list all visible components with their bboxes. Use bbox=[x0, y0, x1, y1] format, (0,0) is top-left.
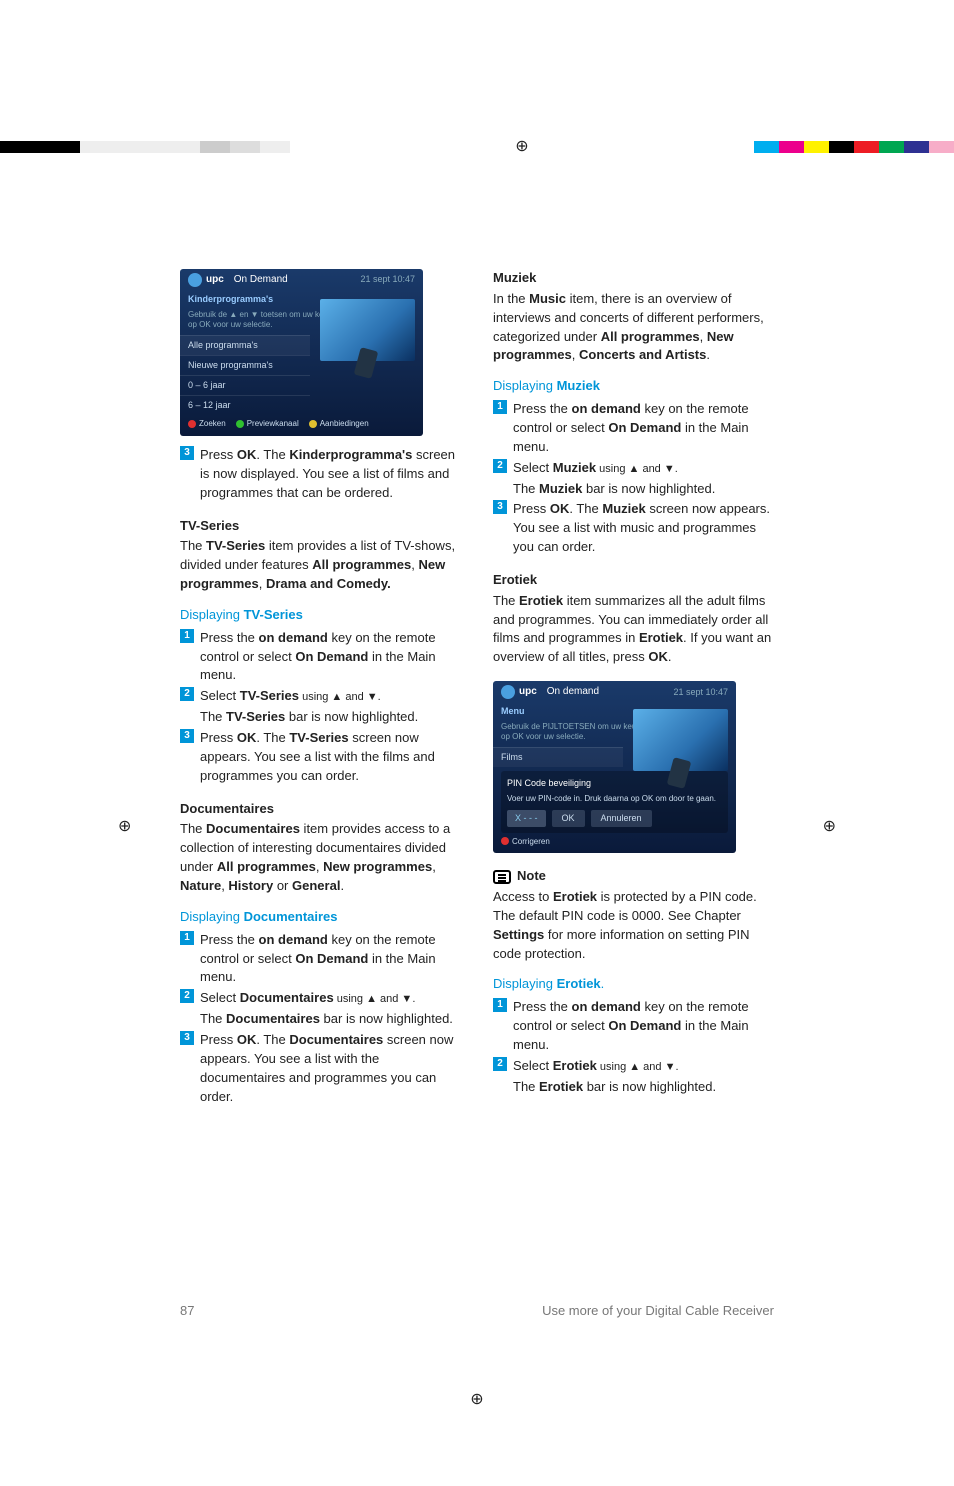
crop-right-colors bbox=[754, 141, 954, 153]
registration-mark-left: ⊕ bbox=[118, 815, 131, 838]
pin-ok: OK bbox=[552, 810, 585, 827]
ss-row: Nieuwe programma's bbox=[180, 355, 310, 375]
tvseries-heading: TV-Series bbox=[180, 517, 461, 536]
doc-step-3: 3Press OK. The Documentaires screen now … bbox=[180, 1031, 461, 1106]
note-heading: Note bbox=[493, 867, 774, 886]
thumbnail-surf bbox=[633, 709, 728, 771]
docs-heading: Documentaires bbox=[180, 800, 461, 819]
red-dot-icon bbox=[188, 420, 196, 428]
ss2-row: Films bbox=[493, 747, 623, 767]
doc-step-1: 1Press the on demand key on the remote c… bbox=[180, 931, 461, 988]
disp-muziek: Displaying Muziek bbox=[493, 377, 774, 396]
section-title: Use more of your Digital Cable Receiver bbox=[542, 1302, 774, 1321]
disp-tvseries: Displaying TV-Series bbox=[180, 606, 461, 625]
pin-box: PIN Code beveiliging Voer uw PIN-code in… bbox=[501, 771, 728, 833]
page-footer: 87 Use more of your Digital Cable Receiv… bbox=[0, 1302, 954, 1321]
note-label: Note bbox=[517, 867, 546, 886]
right-column: Muziek In the Music item, there is an ov… bbox=[493, 269, 774, 1108]
ss-time: 21 sept 10:47 bbox=[360, 273, 415, 286]
er-step-2: 2Select Erotiek using ▲ and ▼. bbox=[493, 1057, 774, 1076]
erotiek-para: The Erotiek item summarizes all the adul… bbox=[493, 592, 774, 667]
ss-footer: Zoeken Previewkanaal Aanbiedingen bbox=[188, 418, 415, 430]
tvseries-para: The TV-Series item provides a list of TV… bbox=[180, 537, 461, 594]
doc-step-2b: The Documentaires bar is now highlighted… bbox=[200, 1010, 461, 1029]
left-column: upc On Demand 21 sept 10:47 Kinderprogra… bbox=[180, 269, 461, 1108]
screenshot-kinderprogrammas: upc On Demand 21 sept 10:47 Kinderprogra… bbox=[180, 269, 423, 436]
doc-step-2: 2Select Documentaires using ▲ and ▼. bbox=[180, 989, 461, 1008]
pin-title: PIN Code beveiliging bbox=[507, 777, 722, 790]
page-number: 87 bbox=[180, 1302, 194, 1321]
registration-mark-icon: ⊕ bbox=[515, 138, 528, 155]
mz-step-2b: The Muziek bar is now highlighted. bbox=[513, 480, 774, 499]
ss-row: 6 – 12 jaar bbox=[180, 395, 310, 415]
ss-brand: upc bbox=[206, 273, 224, 288]
disp-erotiek: Displaying Erotiek. bbox=[493, 975, 774, 994]
red-dot-icon bbox=[501, 837, 509, 845]
yellow-dot-icon bbox=[309, 420, 317, 428]
mz-step-1: 1Press the on demand key on the remote c… bbox=[493, 400, 774, 457]
step-3-kinder: 3 Press OK. The Kinderprogramma's screen… bbox=[180, 446, 461, 503]
ss-title: On Demand bbox=[234, 273, 288, 288]
thumbnail-surf bbox=[320, 299, 415, 361]
ss-row: 0 – 6 jaar bbox=[180, 375, 310, 395]
muziek-para: In the Music item, there is an overview … bbox=[493, 290, 774, 365]
note-icon bbox=[493, 870, 511, 884]
content-columns: upc On Demand 21 sept 10:47 Kinderprogra… bbox=[0, 159, 954, 1108]
step-badge: 3 bbox=[180, 446, 194, 460]
page: ⊕ upc On Demand 21 sept 10:47 Kinderprog… bbox=[0, 135, 954, 1486]
registration-mark-right: ⊕ bbox=[823, 815, 836, 838]
er-step-2b: The Erotiek bar is now highlighted. bbox=[513, 1078, 774, 1097]
tv-step-3: 3Press OK. The TV-Series screen now appe… bbox=[180, 729, 461, 786]
tv-step-2: 2Select TV-Series using ▲ and ▼. bbox=[180, 687, 461, 706]
upc-logo-icon bbox=[501, 685, 515, 699]
crop-marks-top: ⊕ bbox=[0, 135, 954, 159]
mz-step-2: 2Select Muziek using ▲ and ▼. bbox=[493, 459, 774, 478]
tv-step-2b: The TV-Series bar is now highlighted. bbox=[200, 708, 461, 727]
screenshot-pin: upc On demand 21 sept 10:47 Menu Gebruik… bbox=[493, 681, 736, 853]
pin-help: Voer uw PIN-code in. Druk daarna op OK o… bbox=[507, 793, 722, 805]
registration-mark-bottom: ⊕ bbox=[0, 1388, 954, 1411]
pin-field: X - - - bbox=[507, 810, 546, 827]
ss2-footer: Corrigeren bbox=[501, 836, 728, 848]
ss-row: Alle programma's bbox=[180, 335, 310, 355]
tv-step-1: 1Press the on demand key on the remote c… bbox=[180, 629, 461, 686]
muziek-heading: Muziek bbox=[493, 269, 774, 288]
upc-logo-icon bbox=[188, 273, 202, 287]
note-para: Access to Erotiek is protected by a PIN … bbox=[493, 888, 774, 963]
docs-para: The Documentaires item provides access t… bbox=[180, 820, 461, 895]
erotiek-heading: Erotiek bbox=[493, 571, 774, 590]
pin-cancel: Annuleren bbox=[591, 810, 652, 827]
green-dot-icon bbox=[236, 420, 244, 428]
disp-docs: Displaying Documentaires bbox=[180, 908, 461, 927]
er-step-1: 1Press the on demand key on the remote c… bbox=[493, 998, 774, 1055]
mz-step-3: 3Press OK. The Muziek screen now appears… bbox=[493, 500, 774, 557]
crop-left-bars bbox=[0, 141, 290, 153]
